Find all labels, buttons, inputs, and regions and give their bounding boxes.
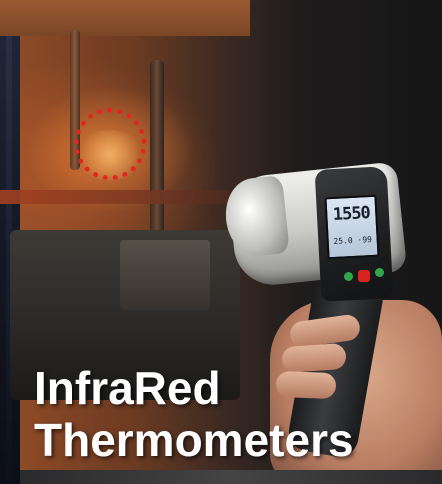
title-overlay: InfraRed Thermometers	[34, 362, 354, 466]
lcd-sub-reading: 25.0 ·99	[333, 234, 373, 246]
green-button	[375, 268, 384, 277]
measurement-target-circle	[74, 108, 146, 180]
green-button	[344, 272, 353, 281]
thermometer-lcd-screen: 1550 25.0 ·99	[324, 194, 380, 260]
title-line-2: Thermometers	[34, 414, 354, 466]
machine-block	[120, 240, 210, 310]
red-button	[358, 270, 370, 282]
lcd-main-reading: 1550	[332, 203, 371, 225]
title-line-1: InfraRed	[34, 362, 221, 414]
overhead-beam	[0, 0, 250, 36]
bottom-edge	[20, 470, 442, 484]
hot-metal-bar	[0, 190, 230, 204]
product-image: 1550 25.0 ·99 InfraRed Thermometers	[0, 0, 442, 484]
